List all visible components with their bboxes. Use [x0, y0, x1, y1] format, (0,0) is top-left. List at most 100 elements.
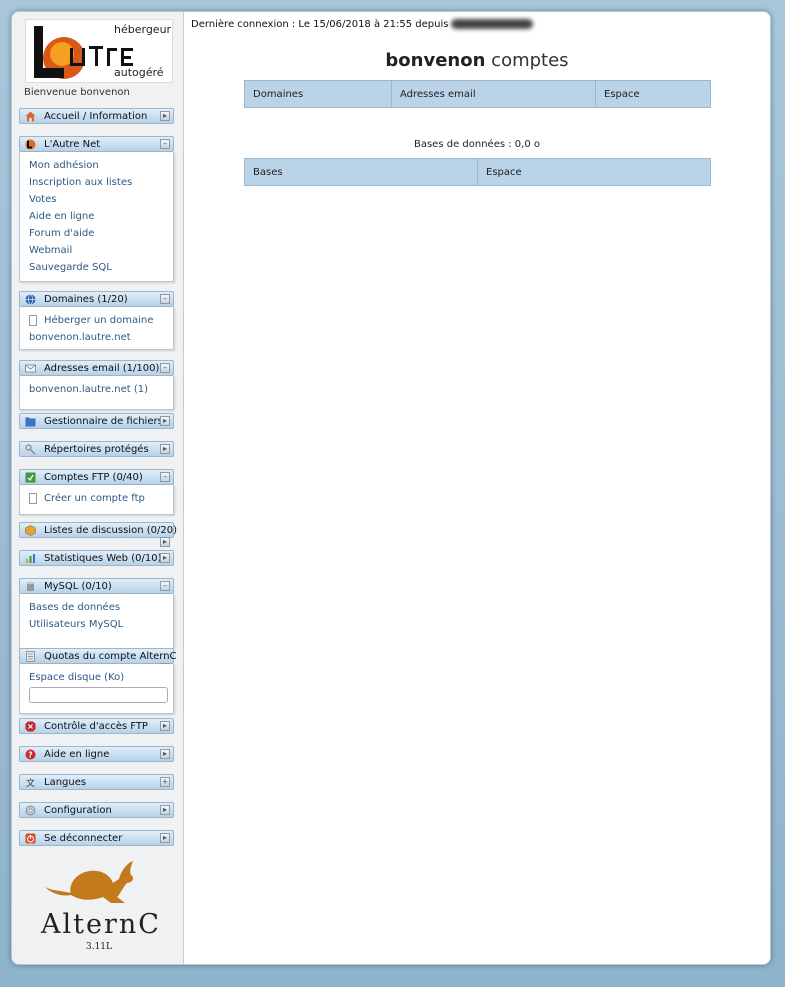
- menu-mysql[interactable]: MySQL (0/10) –: [19, 578, 174, 594]
- email-icon: [25, 364, 36, 373]
- expand-arrow-icon[interactable]: ▸: [160, 805, 170, 815]
- document-icon: [29, 315, 37, 326]
- menu-item-votes[interactable]: Votes: [29, 194, 56, 205]
- sidebar: hébergeur autogéré Bienvenue bonvenon Ac…: [12, 12, 184, 964]
- menu-item-inscription-listes[interactable]: Inscription aux listes: [29, 177, 132, 188]
- menu-repertoires-proteges-label: Répertoires protégés: [44, 444, 149, 455]
- language-icon: 文: [26, 777, 35, 788]
- accounts-table: Domaines Adresses email Espace: [244, 80, 711, 108]
- menu-repertoires-proteges[interactable]: Répertoires protégés ▸: [19, 441, 174, 457]
- expand-arrow-icon[interactable]: ▸: [160, 721, 170, 731]
- database-icon: [27, 581, 34, 591]
- menu-lautre-net-label: L'Autre Net: [44, 139, 101, 150]
- menu-accueil-label: Accueil / Information: [44, 111, 148, 122]
- svg-text:文: 文: [26, 777, 35, 788]
- table-row: Bases Espace: [244, 158, 711, 186]
- menu-item-bases-de-donnees[interactable]: Bases de données: [29, 602, 120, 613]
- help-icon: ?: [25, 749, 36, 760]
- menu-item-sauvegarde-sql[interactable]: Sauvegarde SQL: [29, 262, 112, 273]
- menu-mysql-body: Bases de données Utilisateurs MySQL: [19, 594, 174, 649]
- expand-arrow-icon[interactable]: ▸: [160, 416, 170, 426]
- mailing-list-icon: [25, 525, 36, 536]
- menu-aide-en-ligne-label: Aide en ligne: [44, 749, 110, 760]
- menu-domaines-body: Héberger un domaine bonvenon.lautre.net: [19, 307, 174, 350]
- page-title-rest: comptes: [491, 50, 569, 71]
- menu-gestionnaire-fichiers-label: Gestionnaire de fichiers: [44, 416, 163, 427]
- menu-comptes-ftp-label: Comptes FTP (0/40): [44, 472, 143, 483]
- menu-listes-discussion-label: Listes de discussion (0/20): [44, 525, 177, 536]
- expand-arrow-icon[interactable]: ▸: [160, 749, 170, 759]
- welcome-text: Bienvenue bonvenon: [24, 87, 130, 98]
- redacted-ip: [451, 19, 534, 29]
- databases-table: Bases Espace: [244, 158, 711, 186]
- gear-icon: [25, 805, 36, 816]
- chart-icon: [26, 554, 35, 563]
- menu-item-forum-aide[interactable]: Forum d'aide: [29, 228, 94, 239]
- menu-mysql-label: MySQL (0/10): [44, 581, 112, 592]
- menu-item-webmail[interactable]: Webmail: [29, 245, 72, 256]
- collapse-icon[interactable]: –: [160, 363, 170, 373]
- column-header-bases: Bases: [244, 158, 478, 186]
- menu-item-espace-disque[interactable]: Espace disque (Ko): [29, 672, 124, 683]
- main-content: Dernière connexion : Le 15/06/2018 à 21:…: [184, 12, 770, 964]
- last-login-info: Dernière connexion : Le 15/06/2018 à 21:…: [191, 19, 534, 30]
- disk-quota-bar: [29, 687, 168, 703]
- menu-item-aide-en-ligne[interactable]: Aide en ligne: [29, 211, 94, 222]
- menu-quotas-label: Quotas du compte AlternC: [44, 651, 177, 662]
- folder-icon: [25, 417, 36, 427]
- menu-statistiques-web[interactable]: Statistiques Web (0/10) ▸: [19, 550, 174, 566]
- kangaroo-icon: [45, 861, 134, 903]
- quota-icon: [26, 651, 35, 662]
- document-icon: [29, 493, 37, 504]
- column-header-domaines: Domaines: [244, 80, 392, 108]
- menu-controle-acces-ftp[interactable]: Contrôle d'accès FTP ▸: [19, 718, 174, 734]
- expand-arrow-icon[interactable]: ▸: [160, 111, 170, 121]
- menu-adresses-email[interactable]: Adresses email (1/100) –: [19, 360, 174, 376]
- menu-configuration[interactable]: Configuration ▸: [19, 802, 174, 818]
- key-icon: [25, 444, 36, 455]
- menu-langues[interactable]: 文 Langues +: [19, 774, 174, 790]
- last-login-text: Dernière connexion : Le 15/06/2018 à 21:…: [191, 19, 449, 30]
- alternc-logo[interactable]: AlternC 3.11L: [41, 857, 161, 953]
- column-header-espace: Espace: [595, 80, 711, 108]
- menu-adresses-email-label: Adresses email (1/100): [44, 363, 160, 374]
- menu-item-heberger-domaine[interactable]: Héberger un domaine: [44, 315, 153, 326]
- page-title-username: bonvenon: [385, 50, 486, 71]
- menu-gestionnaire-fichiers[interactable]: Gestionnaire de fichiers ▸: [19, 413, 174, 429]
- menu-comptes-ftp[interactable]: Comptes FTP (0/40) –: [19, 469, 174, 485]
- collapse-icon[interactable]: –: [160, 294, 170, 304]
- menu-controle-acces-ftp-label: Contrôle d'accès FTP: [44, 721, 148, 732]
- menu-item-mon-adhesion[interactable]: Mon adhésion: [29, 160, 99, 171]
- menu-accueil[interactable]: Accueil / Information ▸: [19, 108, 174, 124]
- page-title: bonvenon comptes: [184, 50, 770, 71]
- lautre-logo[interactable]: hébergeur autogéré: [25, 19, 173, 83]
- databases-summary: Bases de données : 0,0 o: [413, 139, 540, 150]
- globe-icon: [25, 294, 36, 305]
- menu-aide-en-ligne[interactable]: ? Aide en ligne ▸: [19, 746, 174, 762]
- menu-item-email-bonvenon[interactable]: bonvenon.lautre.net (1): [29, 384, 148, 395]
- collapse-icon[interactable]: –: [160, 581, 170, 591]
- logo-text-hebergeur: hébergeur: [114, 23, 172, 36]
- alternc-logo-text: AlternC: [41, 909, 161, 940]
- collapse-icon[interactable]: –: [160, 472, 170, 482]
- menu-lautre-net-body: Mon adhésion Inscription aux listes Vote…: [19, 152, 174, 282]
- lautre-net-icon: [25, 139, 36, 150]
- expand-arrow-icon[interactable]: ▸: [160, 833, 170, 843]
- menu-lautre-net[interactable]: L'Autre Net –: [19, 136, 174, 152]
- shield-icon: [25, 721, 36, 732]
- menu-item-domain-bonvenon[interactable]: bonvenon.lautre.net: [29, 332, 131, 343]
- menu-quotas[interactable]: Quotas du compte AlternC –: [19, 648, 177, 673]
- logo-text-autogere: autogéré: [114, 66, 164, 79]
- menu-se-deconnecter[interactable]: Se déconnecter ▸: [19, 830, 174, 846]
- expand-arrow-icon[interactable]: ▸: [160, 444, 170, 454]
- menu-listes-discussion[interactable]: Listes de discussion (0/20) ▸: [19, 522, 177, 547]
- collapse-icon[interactable]: –: [160, 139, 170, 149]
- expand-arrow-icon[interactable]: ▸: [160, 537, 170, 547]
- expand-arrow-icon[interactable]: ▸: [160, 553, 170, 563]
- power-icon: [25, 833, 36, 844]
- menu-domaines[interactable]: Domaines (1/20) –: [19, 291, 174, 307]
- menu-item-utilisateurs-mysql[interactable]: Utilisateurs MySQL: [29, 619, 123, 630]
- menu-item-creer-compte-ftp[interactable]: Créer un compte ftp: [44, 493, 145, 504]
- plus-icon[interactable]: +: [160, 777, 170, 787]
- menu-domaines-label: Domaines (1/20): [44, 294, 128, 305]
